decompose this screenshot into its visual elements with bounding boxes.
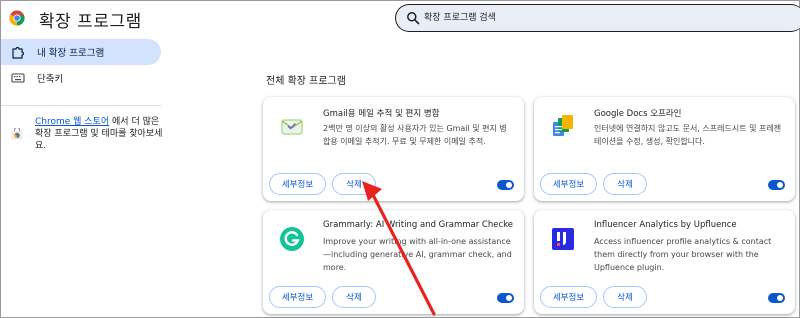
- extension-description: Improve your writing with all-in-one ass…: [323, 237, 512, 272]
- enable-toggle[interactable]: [497, 180, 514, 190]
- extension-description: Access influencer profile analytics & co…: [594, 237, 772, 272]
- section-title: 전체 확장 프로그램: [266, 76, 346, 87]
- extension-description: 인터넷에 연결하지 않고도 문서, 스프레드시트 및 프레젠테이션을 수정, 생…: [594, 124, 782, 146]
- remove-button[interactable]: 삭제: [332, 286, 376, 308]
- details-button[interactable]: 세부정보: [540, 173, 597, 195]
- details-button[interactable]: 세부정보: [269, 173, 326, 195]
- web-store-icon: [11, 128, 23, 140]
- search-icon: [407, 12, 420, 25]
- remove-button[interactable]: 삭제: [603, 286, 647, 308]
- sidebar-divider: [1, 105, 161, 106]
- extension-card-mail-tracker: Gmail용 메일 추적 및 편지 병합 2백만 명 이상의 활성 사용자가 있…: [263, 97, 524, 201]
- extension-card-grammarly: Grammarly: AI Writing and Grammar Checke…: [263, 210, 524, 314]
- page-title: 확장 프로그램: [39, 12, 142, 32]
- extension-name: Gmail용 메일 추적 및 편지 병합: [323, 109, 440, 119]
- extension-card-google-docs: Google Docs 오프라인 인터넷에 연결하지 않고도 문서, 스프레드시…: [534, 97, 795, 201]
- details-button[interactable]: 세부정보: [269, 286, 326, 308]
- sidebar-item-shortcuts[interactable]: 단축키: [1, 65, 161, 91]
- extension-name: Google Docs 오프라인: [594, 109, 682, 119]
- upfluence-icon: [552, 228, 574, 250]
- details-button[interactable]: 세부정보: [540, 286, 597, 308]
- remove-button[interactable]: 삭제: [332, 173, 376, 195]
- sidebar: 내 확장 프로그램 단축키 Chrome 웹 스토어 에서 더 많은 확장 프로…: [1, 39, 162, 152]
- extension-name: Influencer Analytics by Upfluence: [594, 220, 737, 230]
- remove-button[interactable]: 삭제: [603, 173, 647, 195]
- extension-description: 2백만 명 이상의 활성 사용자가 있는 Gmail 및 편지 병합용 이메일 …: [323, 124, 507, 146]
- extension-name: Grammarly: AI Writing and Grammar Checke…: [323, 220, 513, 230]
- enable-toggle[interactable]: [768, 180, 785, 190]
- web-store-link[interactable]: Chrome 웹 스토어: [35, 117, 109, 127]
- sidebar-item-label: 내 확장 프로그램: [37, 48, 105, 59]
- search-box[interactable]: [395, 4, 800, 32]
- keyboard-icon: [11, 73, 25, 83]
- sidebar-item-my-extensions[interactable]: 내 확장 프로그램: [1, 39, 161, 65]
- store-promo: Chrome 웹 스토어 에서 더 많은 확장 프로그램 및 테마를 찾아보세요…: [1, 116, 162, 152]
- sidebar-item-label: 단축키: [37, 74, 64, 85]
- puzzle-icon: [12, 46, 25, 59]
- top-bar: 확장 프로그램: [1, 1, 800, 37]
- grammarly-icon: [280, 227, 304, 251]
- search-input[interactable]: [424, 9, 774, 27]
- mail-tracker-icon: [281, 119, 303, 135]
- chrome-logo-icon: [9, 10, 25, 26]
- enable-toggle[interactable]: [497, 293, 514, 303]
- google-docs-icon: [553, 115, 573, 136]
- extension-card-upfluence: Influencer Analytics by Upfluence Access…: [534, 210, 795, 314]
- enable-toggle[interactable]: [768, 293, 785, 303]
